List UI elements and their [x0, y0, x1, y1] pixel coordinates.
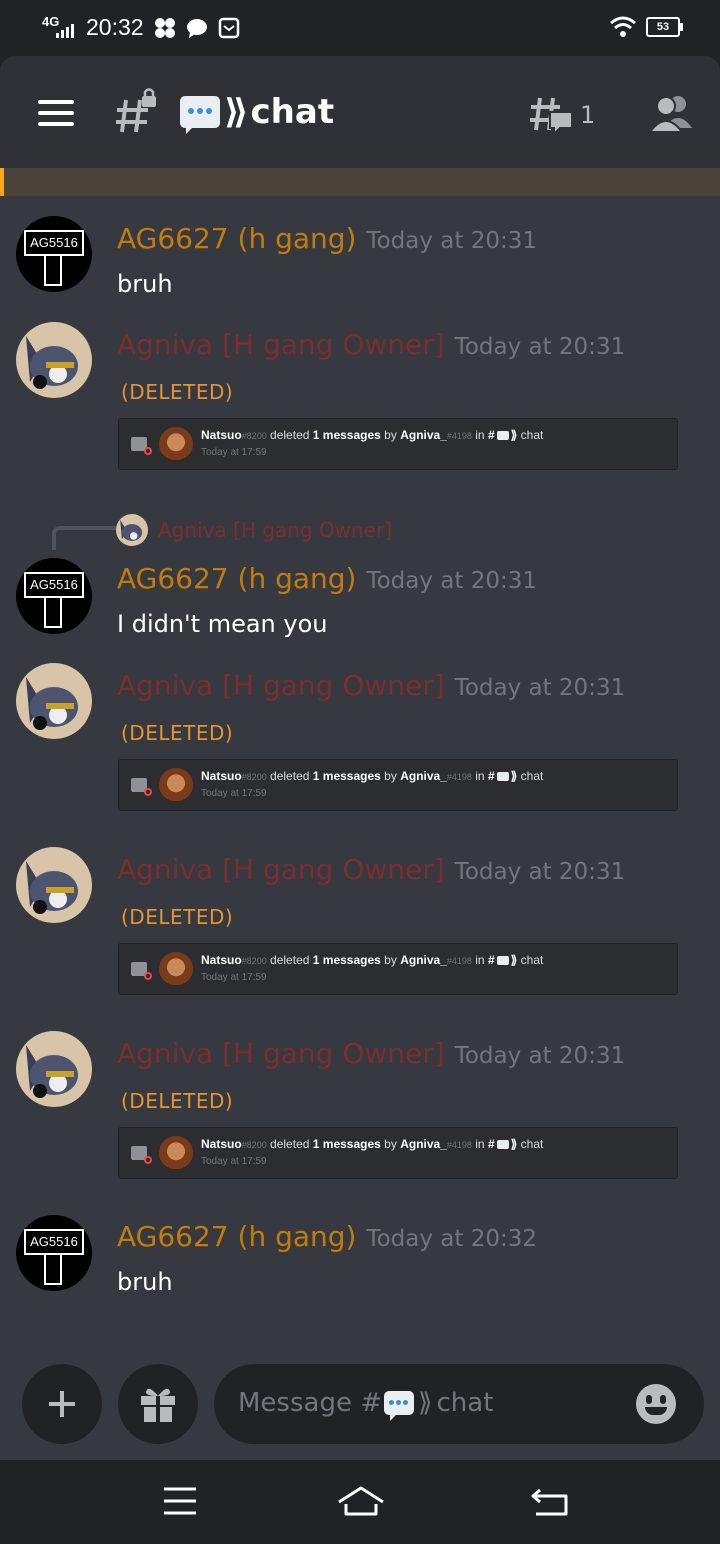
speech-bubble-emoji-icon	[496, 772, 509, 782]
emoji-picker-icon[interactable]	[636, 1384, 676, 1424]
avatar[interactable]: AG5516	[16, 216, 92, 292]
channel-header: ⟫ chat 1	[0, 56, 720, 168]
message-text: bruh	[117, 1268, 173, 1296]
members-icon[interactable]	[650, 94, 694, 134]
timestamp: Today at 20:31	[454, 675, 626, 701]
deleted-label: (DELETED)	[121, 380, 234, 404]
channel-name: chat	[250, 92, 335, 132]
status-bar: 4G 20:32 53	[0, 0, 720, 56]
log-embed: Natsuo#8200 deleted 1 messages by Agniva…	[118, 759, 678, 811]
timestamp: Today at 20:31	[366, 568, 538, 594]
moderator-avatar	[159, 952, 193, 986]
author-name[interactable]: AG6627 (h gang) Today at 20:32	[117, 1220, 537, 1253]
deleted-label: (DELETED)	[121, 905, 234, 929]
message-delete-icon	[131, 1146, 152, 1164]
avatar[interactable]	[16, 663, 92, 739]
author-name[interactable]: Agniva [H gang Owner] Today at 20:31	[117, 853, 625, 886]
status-time: 20:32	[86, 14, 144, 40]
timestamp: Today at 20:31	[454, 334, 626, 360]
timestamp: Today at 20:32	[366, 1226, 538, 1252]
add-attachment-button[interactable]	[22, 1364, 102, 1444]
timestamp: Today at 20:31	[366, 228, 538, 254]
fan-icon	[154, 17, 175, 38]
deleted-label: (DELETED)	[121, 721, 234, 745]
battery-icon: 53	[646, 17, 683, 37]
tom-cat-avatar-image	[26, 1045, 78, 1098]
mail-notification-icon	[218, 17, 239, 38]
locked-channel-icon	[116, 88, 156, 133]
system-navigation-bar	[0, 1460, 720, 1544]
tom-cat-avatar-image	[26, 861, 78, 914]
avatar-sign-text: AG5516	[24, 1229, 84, 1255]
message-delete-icon	[131, 437, 152, 455]
tom-cat-avatar-image	[26, 677, 78, 730]
moderator-avatar	[159, 1136, 193, 1170]
timestamp: Today at 20:31	[454, 859, 626, 885]
author-name[interactable]: Agniva [H gang Owner] Today at 20:31	[117, 328, 625, 361]
channel-title: ⟫ chat	[180, 92, 335, 134]
reply-avatar	[116, 514, 148, 546]
double-chevron-icon: ⟫	[224, 92, 249, 132]
double-chevron-icon: ⟫	[418, 1388, 433, 1418]
log-embed: Natsuo#8200 deleted 1 messages by Agniva…	[118, 1127, 678, 1179]
recent-apps-icon[interactable]	[162, 1486, 198, 1516]
threads-icon	[530, 97, 573, 137]
wifi-icon	[610, 16, 636, 37]
discord-app: ⟫ chat 1 AG5516 AG6627 (h gang) Today at …	[0, 56, 720, 1460]
moderator-avatar	[159, 427, 193, 461]
message-text: I didn't mean you	[117, 610, 328, 638]
avatar[interactable]	[16, 1031, 92, 1107]
timestamp: Today at 20:31	[454, 1043, 626, 1069]
author-name[interactable]: AG6627 (h gang) Today at 20:31	[117, 222, 537, 255]
home-icon[interactable]	[336, 1484, 386, 1518]
message-composer: Message # ⟫ chat	[0, 1360, 720, 1460]
author-name[interactable]: Agniva [H gang Owner] Today at 20:31	[117, 1037, 625, 1070]
message-delete-icon	[131, 778, 152, 796]
back-icon[interactable]	[530, 1486, 570, 1518]
tom-cat-avatar-image	[26, 336, 78, 389]
avatar[interactable]	[16, 847, 92, 923]
author-name[interactable]: Agniva [H gang Owner] Today at 20:31	[117, 669, 625, 702]
speech-bubble-emoji-icon	[384, 1391, 415, 1421]
log-embed: Natsuo#8200 deleted 1 messages by Agniva…	[118, 418, 678, 470]
plus-icon	[49, 1391, 75, 1417]
reply-connector	[52, 526, 116, 550]
avatar[interactable]	[16, 322, 92, 398]
menu-icon[interactable]	[38, 100, 74, 126]
author-name[interactable]: AG6627 (h gang) Today at 20:31	[117, 562, 537, 595]
speech-bubble-emoji-icon	[496, 431, 509, 441]
avatar[interactable]: AG5516	[16, 1215, 92, 1291]
deleted-label: (DELETED)	[121, 1089, 234, 1113]
notice-banner	[0, 168, 720, 196]
speech-bubble-emoji-icon	[180, 96, 220, 134]
threads-button[interactable]: 1	[528, 92, 595, 138]
moderator-avatar	[159, 768, 193, 802]
message-delete-icon	[131, 962, 152, 980]
speech-bubble-emoji-icon	[496, 1140, 509, 1150]
gift-button[interactable]	[118, 1364, 198, 1444]
threads-count: 1	[580, 101, 596, 129]
message-text: bruh	[117, 270, 173, 298]
avatar[interactable]: AG5516	[16, 558, 92, 634]
speech-bubble-emoji-icon	[496, 956, 509, 966]
reply-author[interactable]: Agniva [H gang Owner]	[158, 518, 392, 542]
avatar-sign-text: AG5516	[24, 572, 84, 598]
message-input[interactable]: Message # ⟫ chat	[214, 1364, 704, 1444]
log-embed: Natsuo#8200 deleted 1 messages by Agniva…	[118, 943, 678, 995]
message-placeholder: Message # ⟫ chat	[238, 1388, 494, 1421]
message-notification-icon	[186, 18, 207, 38]
gift-icon	[141, 1388, 175, 1422]
signal-icon: 4G	[42, 14, 76, 40]
avatar-sign-text: AG5516	[24, 230, 84, 256]
